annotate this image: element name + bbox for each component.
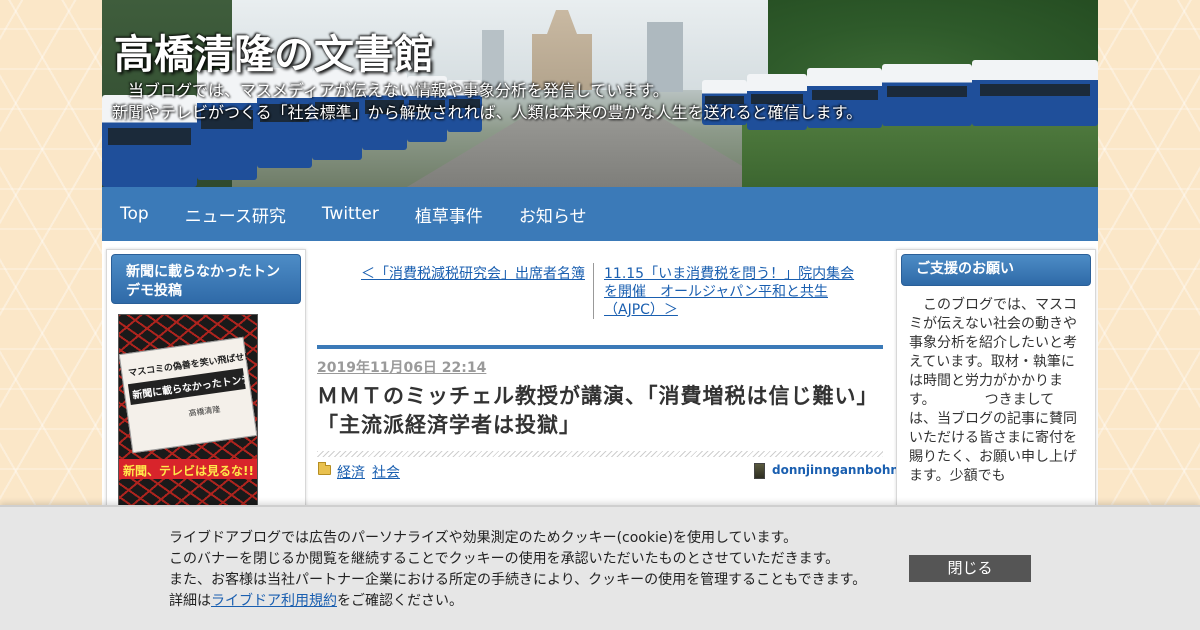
site-description-line: 新聞やテレビがつくる「社会標準」から解放されれば、人類は本来の豊かな人生を送れる… bbox=[112, 103, 863, 122]
terms-link[interactable]: ライブドア利用規約 bbox=[211, 593, 337, 609]
cookie-notice-suffix: をご確認ください。 bbox=[337, 593, 463, 609]
next-post-link[interactable]: 11.15「いま消費税を問う！」院内集会を開催 オールジャパン平和と共生（AJP… bbox=[604, 265, 866, 319]
left-sidebar: 新聞に載らなかったトンデモ投稿 マスコミの偽善を笑い飛ばせ! 新聞に載らなかった… bbox=[106, 249, 306, 549]
cookie-notice-line: 詳細はライブドア利用規約をご確認ください。 bbox=[169, 591, 889, 612]
pager-divider bbox=[593, 263, 594, 319]
post-top-rule bbox=[317, 345, 883, 349]
header-hedge bbox=[742, 120, 1098, 187]
book-cover-image[interactable]: マスコミの偽善を笑い飛ばせ! 新聞に載らなかったトンデモ投稿 高橋清隆 新聞、テ… bbox=[118, 314, 258, 510]
site-description: 当ブログでは、マスメディアが伝えない情報や事象分析を発信しています。 新聞やテレ… bbox=[112, 80, 1092, 124]
main-nav: Top ニュース研究 Twitter 植草事件 お知らせ bbox=[102, 187, 1098, 241]
nav-item-uekusa-case[interactable]: 植草事件 bbox=[415, 202, 483, 227]
folder-icon bbox=[318, 462, 331, 475]
main-content: ＜「消費税減税研究会」出席者名簿 11.15「いま消費税を問う！」院内集会を開催… bbox=[317, 249, 907, 481]
right-sidebar: ご支援のお願い このブログでは、マスコミが伝えない社会の動きや事象分析を紹介した… bbox=[896, 249, 1096, 549]
nav-item-news-research[interactable]: ニュース研究 bbox=[185, 202, 286, 227]
cookie-notice-line: また、お客様は当社パートナー企業における所定の手続きにより、クッキーの使用を管理… bbox=[169, 572, 867, 588]
nav-item-top[interactable]: Top bbox=[120, 204, 149, 224]
donation-request-text: このブログでは、マスコミが伝えない社会の動きや事象分析を紹介したいと考えています… bbox=[909, 297, 1077, 484]
sidebar-widget-title: ご支援のお願い bbox=[901, 254, 1091, 286]
category-link[interactable]: 社会 bbox=[372, 462, 400, 482]
site-title[interactable]: 高橋清隆の文書館 bbox=[114, 22, 434, 80]
cookie-notice-text: ライブドアブログでは広告のパーソナライズや効果測定のためクッキー(cookie)… bbox=[169, 528, 889, 612]
category-link[interactable]: 経済 bbox=[337, 462, 365, 482]
post-meta: 経済 社会 donnjinngannbohnn bbox=[317, 461, 907, 483]
cookie-notice-prefix: 詳細は bbox=[169, 593, 211, 609]
post-pager: ＜「消費税減税研究会」出席者名簿 11.15「いま消費税を問う！」院内集会を開催… bbox=[317, 249, 883, 329]
nav-item-twitter[interactable]: Twitter bbox=[322, 204, 379, 224]
close-button[interactable]: 閉じる bbox=[909, 555, 1031, 582]
author-link[interactable]: donnjinngannbohnn bbox=[772, 463, 907, 477]
book-author: 高橋清隆 bbox=[187, 404, 221, 419]
nav-item-notices[interactable]: お知らせ bbox=[519, 202, 587, 227]
sidebar-widget-title: 新聞に載らなかったトンデモ投稿 bbox=[111, 254, 301, 304]
post-title: ＭＭＴのミッチェル教授が講演、「消費増税は信じ難い」「主流派経済学者は投獄」 bbox=[317, 384, 868, 437]
site-description-line: 当ブログでは、マスメディアが伝えない情報や事象分析を発信しています。 bbox=[112, 81, 669, 100]
book-banner: 新聞、テレビは見るな!! bbox=[119, 459, 257, 479]
prev-post-link[interactable]: ＜「消費税減税研究会」出席者名簿 bbox=[335, 265, 585, 284]
header-banner: 高橋清隆の文書館 当ブログでは、マスメディアが伝えない情報や事象分析を発信してい… bbox=[102, 0, 1098, 187]
post-title-divider bbox=[317, 451, 883, 457]
author-avatar-icon bbox=[754, 463, 765, 479]
cookie-banner: ライブドアブログでは広告のパーソナライズや効果測定のためクッキー(cookie)… bbox=[0, 505, 1200, 630]
book-cover-panel: マスコミの偽善を笑い飛ばせ! 新聞に載らなかったトンデモ投稿 高橋清隆 bbox=[119, 336, 257, 454]
cookie-notice-line: ライブドアブログでは広告のパーソナライズや効果測定のためクッキー(cookie)… bbox=[169, 530, 798, 546]
post-date[interactable]: 2019年11月06日 22:14 bbox=[317, 357, 486, 377]
cookie-notice-line: このバナーを閉じるか閲覧を継続することでクッキーの使用を承認いただいたものとさせ… bbox=[169, 551, 840, 567]
